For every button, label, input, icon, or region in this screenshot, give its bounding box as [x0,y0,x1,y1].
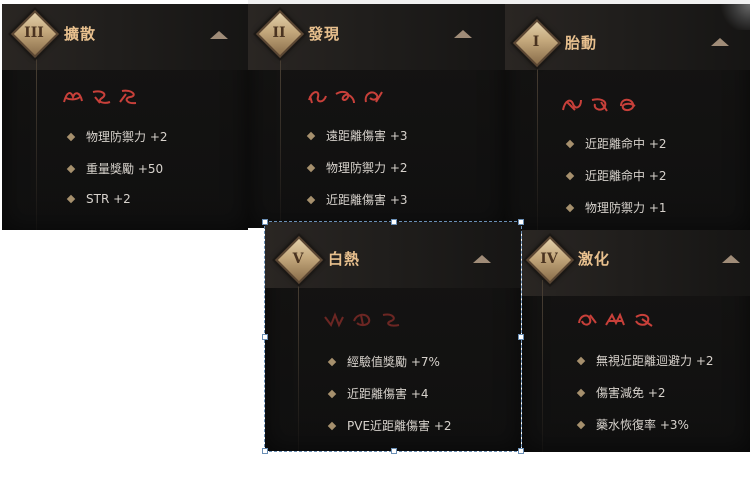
stat-text: 近距離命中 +2 [585,169,667,183]
diamond-bullet-icon [66,194,76,204]
chevron-up-icon[interactable] [722,255,740,263]
stat-row: 遠距離傷害 +3 [306,127,408,144]
chevron-up-icon[interactable] [454,30,472,38]
panel-title: 擴散 [64,25,97,43]
panel-divider-line [542,280,543,452]
diamond-bullet-icon [576,356,586,365]
red-rune-glyph-icon [604,311,626,329]
diamond-bullet-icon [565,203,575,212]
panel-iv: IV 激化 無視近距離迴避力 +2 傷害減免 +2 藥水恢復率 +3% [522,230,750,452]
stat-row: 物理防禦力 +1 [565,199,667,216]
rune-glyphs [576,311,654,329]
diamond-bullet-icon [306,163,316,172]
rune-glyphs [306,88,384,106]
stat-row: 近距離命中 +2 [565,167,667,184]
red-rune-glyph-icon [617,96,639,114]
resize-handle[interactable] [518,448,524,454]
stat-text: 近距離命中 +2 [585,137,667,151]
stat-row: 傷害減免 +2 [576,384,666,401]
red-rune-glyph-icon [561,96,583,114]
panel-title: 激化 [578,250,611,268]
resize-handle[interactable] [262,219,268,225]
numeral-label: I [532,34,540,50]
red-rune-glyph-icon [334,88,356,106]
stat-row: 近距離傷害 +3 [306,191,408,208]
resize-handle[interactable] [391,448,397,454]
stat-text: 近距離傷害 +3 [326,193,408,207]
panel-divider-line [36,54,37,230]
stat-text: 物理防禦力 +2 [326,161,408,175]
stat-text: 遠距離傷害 +3 [326,129,408,143]
corner-decoration [720,4,750,30]
red-rune-glyph-icon [118,88,140,106]
panel-divider-line [537,54,538,232]
diamond-bullet-icon [306,195,316,204]
panel-title: 胎動 [565,34,598,52]
stat-row: 物理防禦力 +2 [306,159,408,176]
stat-row: 近距離命中 +2 [565,135,667,152]
panel-i: I 胎動 近距離命中 +2 近距離命中 +2 物理防禦力 +1 [505,4,750,232]
diamond-bullet-icon [565,139,575,148]
diamond-bullet-icon [576,420,586,429]
red-rune-glyph-icon [362,88,384,106]
chevron-up-icon[interactable] [711,38,729,46]
resize-handle[interactable] [391,219,397,225]
diamond-bullet-icon [66,164,76,173]
stat-row: 物理防禦力 +2 [66,128,168,145]
diamond-bullet-icon [66,132,76,141]
panel-title: 發現 [308,25,341,43]
rune-glyphs [62,88,140,106]
numeral-label: III [24,25,44,41]
stat-text: 無視近距離迴避力 +2 [596,354,714,368]
resize-handle[interactable] [518,219,524,225]
stat-row: 重量獎勵 +50 [66,160,164,177]
diamond-bullet-icon [576,388,586,397]
rune-glyphs [561,96,639,114]
stat-text: STR +2 [86,192,131,206]
panel-divider-line [280,54,281,228]
red-rune-glyph-icon [90,88,112,106]
resize-handle[interactable] [518,334,524,340]
numeral-label: II [272,25,286,41]
selection-box[interactable] [262,219,524,454]
red-rune-glyph-icon [306,88,328,106]
panel-iii: III 擴散 物理防禦力 +2 重量獎勵 +50 STR +2 [2,4,248,230]
resize-handle[interactable] [262,448,268,454]
resize-handle[interactable] [262,334,268,340]
red-rune-glyph-icon [576,311,598,329]
stat-text: 藥水恢復率 +3% [596,418,689,432]
diamond-bullet-icon [306,131,316,140]
diamond-bullet-icon [565,171,575,180]
chevron-up-icon[interactable] [210,31,228,39]
stat-row: 藥水恢復率 +3% [576,416,689,433]
red-rune-glyph-icon [632,311,654,329]
stat-text: 物理防禦力 +2 [86,130,168,144]
red-rune-glyph-icon [62,88,84,106]
stat-row: 無視近距離迴避力 +2 [576,352,714,369]
red-rune-glyph-icon [589,96,611,114]
panel-ii: II 發現 遠距離傷害 +3 物理防禦力 +2 近距離傷害 +3 [248,4,505,228]
stat-text: 重量獎勵 +50 [86,162,164,176]
stat-text: 物理防禦力 +1 [585,201,667,215]
numeral-label: IV [540,251,558,267]
stat-text: 傷害減免 +2 [596,386,666,400]
stat-row: STR +2 [66,192,131,206]
